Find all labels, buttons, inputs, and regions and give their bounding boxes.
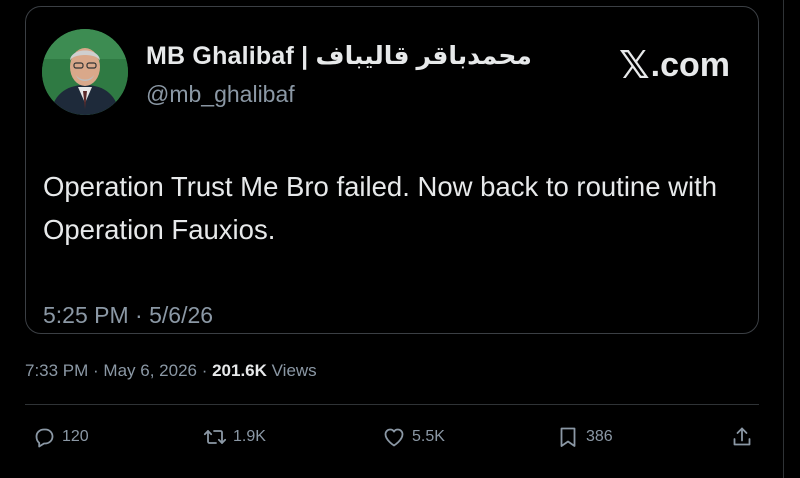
avatar-portrait <box>42 29 128 115</box>
repost-button[interactable]: 1.9K <box>203 424 266 450</box>
avatar[interactable] <box>42 29 128 115</box>
author-handle[interactable]: @mb_ghalibaf <box>146 81 295 108</box>
reply-count: 120 <box>62 428 89 445</box>
post-metadata: 7:33 PM · May 6, 2026 · 201.6K Views <box>25 361 317 381</box>
tweet-text: Operation Trust Me Bro failed. Now back … <box>43 171 718 245</box>
repost-icon <box>203 430 227 444</box>
like-count: 5.5K <box>412 428 445 445</box>
author-display-name[interactable]: MB Ghalibaf | محمدباقر قالیباف <box>146 41 532 71</box>
brand-suffix: .com <box>650 46 730 84</box>
meta-separator-2: · <box>196 361 213 380</box>
meta-separator: · <box>88 361 104 380</box>
views-label: Views <box>266 361 317 380</box>
reply-button[interactable]: 120 <box>32 424 89 450</box>
post-time[interactable]: 7:33 PM <box>25 361 88 380</box>
like-button[interactable]: 5.5K <box>382 424 445 450</box>
quoted-timestamp[interactable]: 5:25 PM · 5/6/26 <box>43 302 213 329</box>
post-date[interactable]: May 6, 2026 <box>103 361 197 380</box>
views-count: 201.6K <box>212 361 267 380</box>
quoted-post-card[interactable]: MB Ghalibaf | محمدباقر قالیباف @mb_ghali… <box>25 6 759 334</box>
like-icon <box>384 428 404 447</box>
x-logo-icon: 𝕏 <box>619 45 650 87</box>
right-border <box>783 0 784 478</box>
x-com-watermark: 𝕏 .com <box>619 43 730 88</box>
bookmark-button[interactable]: 386 <box>556 424 613 450</box>
bookmark-count: 386 <box>586 428 613 445</box>
share-icon <box>733 427 751 446</box>
repost-count: 1.9K <box>233 428 266 445</box>
bookmark-icon <box>560 427 576 447</box>
reply-icon <box>35 428 54 448</box>
divider <box>25 404 759 405</box>
share-button[interactable] <box>730 424 754 450</box>
